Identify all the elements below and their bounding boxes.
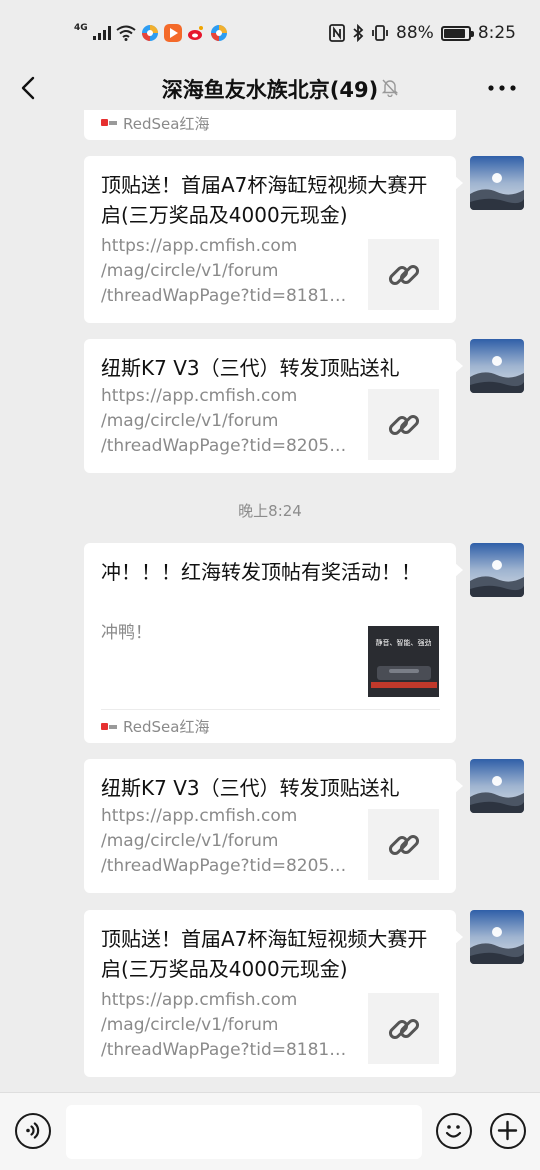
card-url: https://app.cmfish.com /mag/circle/v1/fo… <box>101 806 356 876</box>
product-image <box>370 666 437 688</box>
wifi-icon <box>116 25 136 41</box>
link-icon <box>388 834 419 855</box>
link-icon <box>388 414 419 435</box>
clock: 8:25 <box>477 23 516 43</box>
link-icon <box>388 264 419 285</box>
avatar[interactable] <box>470 759 524 813</box>
network-type: 4G <box>74 22 88 33</box>
redsea-logo-icon <box>101 722 117 732</box>
signal-icon <box>92 26 111 40</box>
more-options-icon[interactable] <box>486 78 518 98</box>
link-thumbnail <box>368 993 439 1064</box>
chat-area[interactable]: RedSea红海 顶贴送！首届A7杯海缸短视频大赛开启(三万奖品及4000元现金… <box>0 110 540 1092</box>
redsea-logo-icon <box>101 118 117 128</box>
message-input[interactable] <box>66 1105 422 1159</box>
battery-percent: 88% <box>396 23 434 43</box>
card-title: 纽斯K7 V3（三代）转发顶贴送礼 <box>101 776 400 800</box>
weibo-icon <box>187 26 203 40</box>
mute-bell-icon <box>381 79 399 97</box>
plus-icon <box>497 1120 518 1141</box>
app-icon-browser <box>141 25 158 41</box>
voice-input-button[interactable] <box>15 1113 51 1149</box>
avatar[interactable] <box>470 543 524 597</box>
link-message-card[interactable]: 纽斯K7 V3（三代）转发顶贴送礼 https://app.cmfish.com… <box>84 759 463 893</box>
app-icon-browser-2 <box>210 25 227 41</box>
app-share-card[interactable]: 冲！！！红海转发顶帖有奖活动！！ 冲鸭！ 静音、智能、强劲 RedSea红海 <box>84 543 463 743</box>
card-source-label: RedSea红海 <box>123 114 210 133</box>
avatar[interactable] <box>470 339 524 393</box>
card-title: 冲！！！红海转发顶帖有奖活动！！ <box>101 560 421 584</box>
more-functions-button[interactable] <box>490 1113 526 1149</box>
card-title: 纽斯K7 V3（三代）转发顶贴送礼 <box>101 356 400 380</box>
link-thumbnail <box>368 239 439 310</box>
status-right: 88% 8:25 <box>329 20 516 46</box>
link-icon <box>388 1018 419 1039</box>
status-bar: 4G 88% 8:25 <box>0 0 540 66</box>
card-source: RedSea红海 <box>101 110 440 140</box>
avatar[interactable] <box>470 156 524 210</box>
emoji-button[interactable] <box>436 1113 472 1149</box>
link-message-card[interactable]: 顶贴送！首届A7杯海缸短视频大赛开启(三万奖品及4000元现金) https:/… <box>84 156 463 323</box>
link-message-card[interactable]: 顶贴送！首届A7杯海缸短视频大赛开启(三万奖品及4000元现金) https:/… <box>84 910 463 1077</box>
nfc-icon <box>329 24 345 42</box>
partial-message-card[interactable]: RedSea红海 <box>84 110 456 140</box>
status-left: 4G <box>74 20 228 46</box>
battery-icon <box>440 25 474 41</box>
card-source: RedSea红海 <box>101 709 440 743</box>
card-url: https://app.cmfish.com /mag/circle/v1/fo… <box>101 386 356 456</box>
card-url: https://app.cmfish.com /mag/circle/v1/fo… <box>101 236 356 306</box>
card-title: 顶贴送！首届A7杯海缸短视频大赛开启(三万奖品及4000元现金) <box>101 927 428 981</box>
nav-bar: 深海鱼友水族北京(49) <box>0 66 540 110</box>
link-thumbnail <box>368 809 439 880</box>
chat-title: 深海鱼友水族北京(49) <box>161 78 379 102</box>
app-icon-video <box>163 24 182 42</box>
product-thumbnail: 静音、智能、强劲 <box>368 626 439 697</box>
bluetooth-icon <box>353 24 364 42</box>
card-url: https://app.cmfish.com /mag/circle/v1/fo… <box>101 990 356 1060</box>
card-source-label: RedSea红海 <box>123 718 210 736</box>
link-message-card[interactable]: 纽斯K7 V3（三代）转发顶贴送礼 https://app.cmfish.com… <box>84 339 463 473</box>
card-title: 顶贴送！首届A7杯海缸短视频大赛开启(三万奖品及4000元现金) <box>101 173 428 227</box>
link-thumbnail <box>368 389 439 460</box>
voice-icon <box>26 1122 40 1139</box>
avatar[interactable] <box>470 910 524 964</box>
thumbnail-caption: 静音、智能、强劲 <box>375 639 432 647</box>
vibrate-icon <box>372 25 388 41</box>
emoji-icon <box>445 1125 462 1138</box>
card-description: 冲鸭！ <box>101 623 152 643</box>
input-bar <box>0 1092 540 1170</box>
message-timestamp: 晚上8:24 <box>238 502 302 520</box>
